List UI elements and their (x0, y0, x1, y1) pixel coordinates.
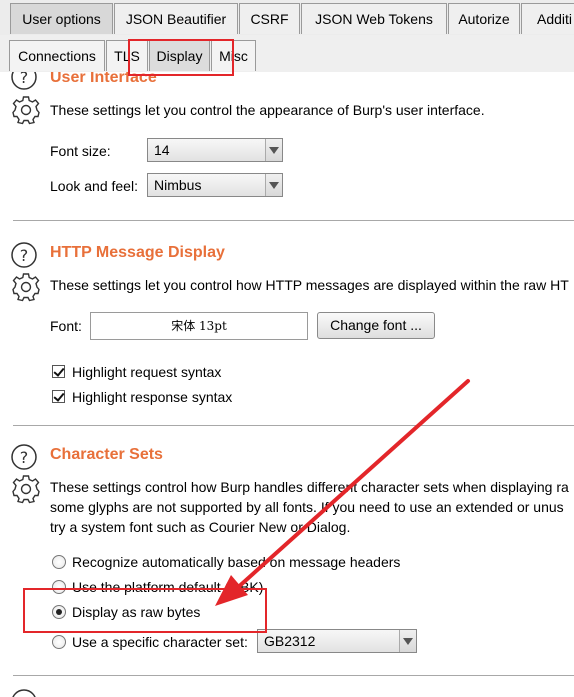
annotation-arrow-icon (215, 379, 470, 606)
